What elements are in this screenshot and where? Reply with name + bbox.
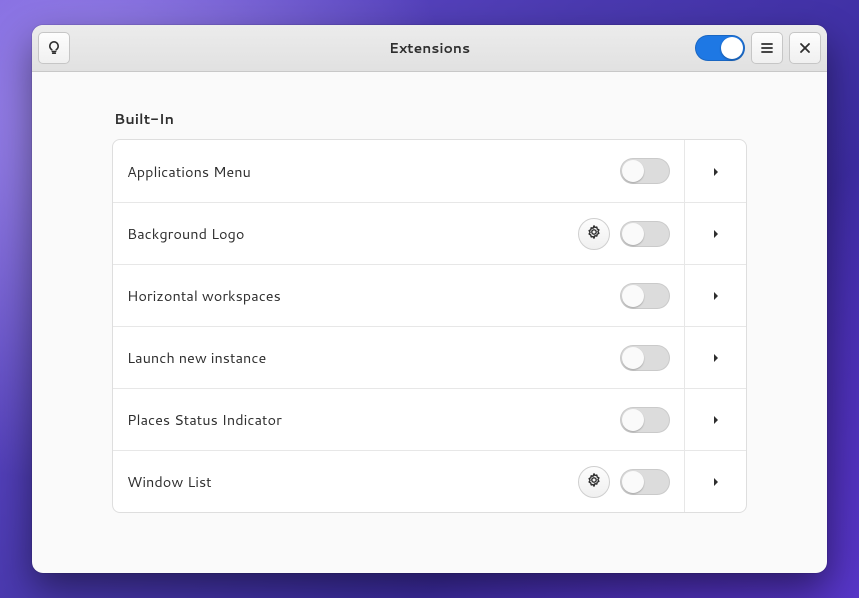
extension-prefs-button[interactable] — [578, 218, 610, 250]
extension-row: Background Logo — [113, 202, 746, 264]
extension-toggle[interactable] — [620, 158, 670, 184]
headerbar-left — [38, 32, 70, 64]
extension-row-main: Places Status Indicator — [113, 407, 684, 433]
extension-expand-button[interactable] — [684, 265, 746, 326]
menu-button[interactable] — [751, 32, 783, 64]
lightbulb-icon — [46, 40, 62, 56]
extension-row: Window List — [113, 450, 746, 512]
hamburger-icon — [759, 40, 775, 56]
chevron-right-icon — [711, 284, 721, 307]
content-area: Built-In Applications Menu Background Log… — [32, 72, 827, 573]
toggle-knob — [622, 285, 644, 307]
headerbar: Extensions — [32, 25, 827, 72]
extension-name: Window List — [127, 471, 568, 492]
extension-prefs-button[interactable] — [578, 466, 610, 498]
extension-row: Applications Menu — [113, 140, 746, 202]
gear-icon — [586, 472, 602, 491]
section-title-builtin: Built-In — [114, 108, 747, 129]
extension-name: Launch new instance — [127, 347, 610, 368]
chevron-right-icon — [711, 160, 721, 183]
toggle-knob — [622, 223, 644, 245]
gear-icon — [586, 224, 602, 243]
extensions-window: Extensions — [32, 25, 827, 573]
extension-toggle[interactable] — [620, 469, 670, 495]
extension-expand-button[interactable] — [684, 451, 746, 512]
about-button[interactable] — [38, 32, 70, 64]
extension-row-main: Window List — [113, 466, 684, 498]
extension-expand-button[interactable] — [684, 327, 746, 388]
extension-name: Horizontal workspaces — [127, 285, 610, 306]
extension-toggle[interactable] — [620, 283, 670, 309]
extension-name: Background Logo — [127, 223, 568, 244]
toggle-knob — [622, 160, 644, 182]
extension-toggle[interactable] — [620, 221, 670, 247]
chevron-right-icon — [711, 470, 721, 493]
toggle-knob — [622, 347, 644, 369]
extension-row: Launch new instance — [113, 326, 746, 388]
extension-expand-button[interactable] — [684, 203, 746, 264]
extension-toggle[interactable] — [620, 345, 670, 371]
close-button[interactable] — [789, 32, 821, 64]
extension-name: Applications Menu — [127, 161, 610, 182]
toggle-knob — [721, 37, 743, 59]
extension-expand-button[interactable] — [684, 140, 746, 202]
toggle-knob — [622, 409, 644, 431]
extension-toggle[interactable] — [620, 407, 670, 433]
chevron-right-icon — [711, 346, 721, 369]
toggle-knob — [622, 471, 644, 493]
extension-row: Places Status Indicator — [113, 388, 746, 450]
extension-name: Places Status Indicator — [127, 409, 610, 430]
extension-row-main: Horizontal workspaces — [113, 283, 684, 309]
extension-row-main: Background Logo — [113, 218, 684, 250]
extension-expand-button[interactable] — [684, 389, 746, 450]
chevron-right-icon — [711, 222, 721, 245]
headerbar-right — [695, 32, 821, 64]
global-extensions-toggle[interactable] — [695, 35, 745, 61]
extension-row-main: Applications Menu — [113, 158, 684, 184]
chevron-right-icon — [711, 408, 721, 431]
extension-row: Horizontal workspaces — [113, 264, 746, 326]
close-icon — [797, 40, 813, 56]
extension-list: Applications Menu Background Logo Horizont… — [112, 139, 747, 513]
extension-row-main: Launch new instance — [113, 345, 684, 371]
